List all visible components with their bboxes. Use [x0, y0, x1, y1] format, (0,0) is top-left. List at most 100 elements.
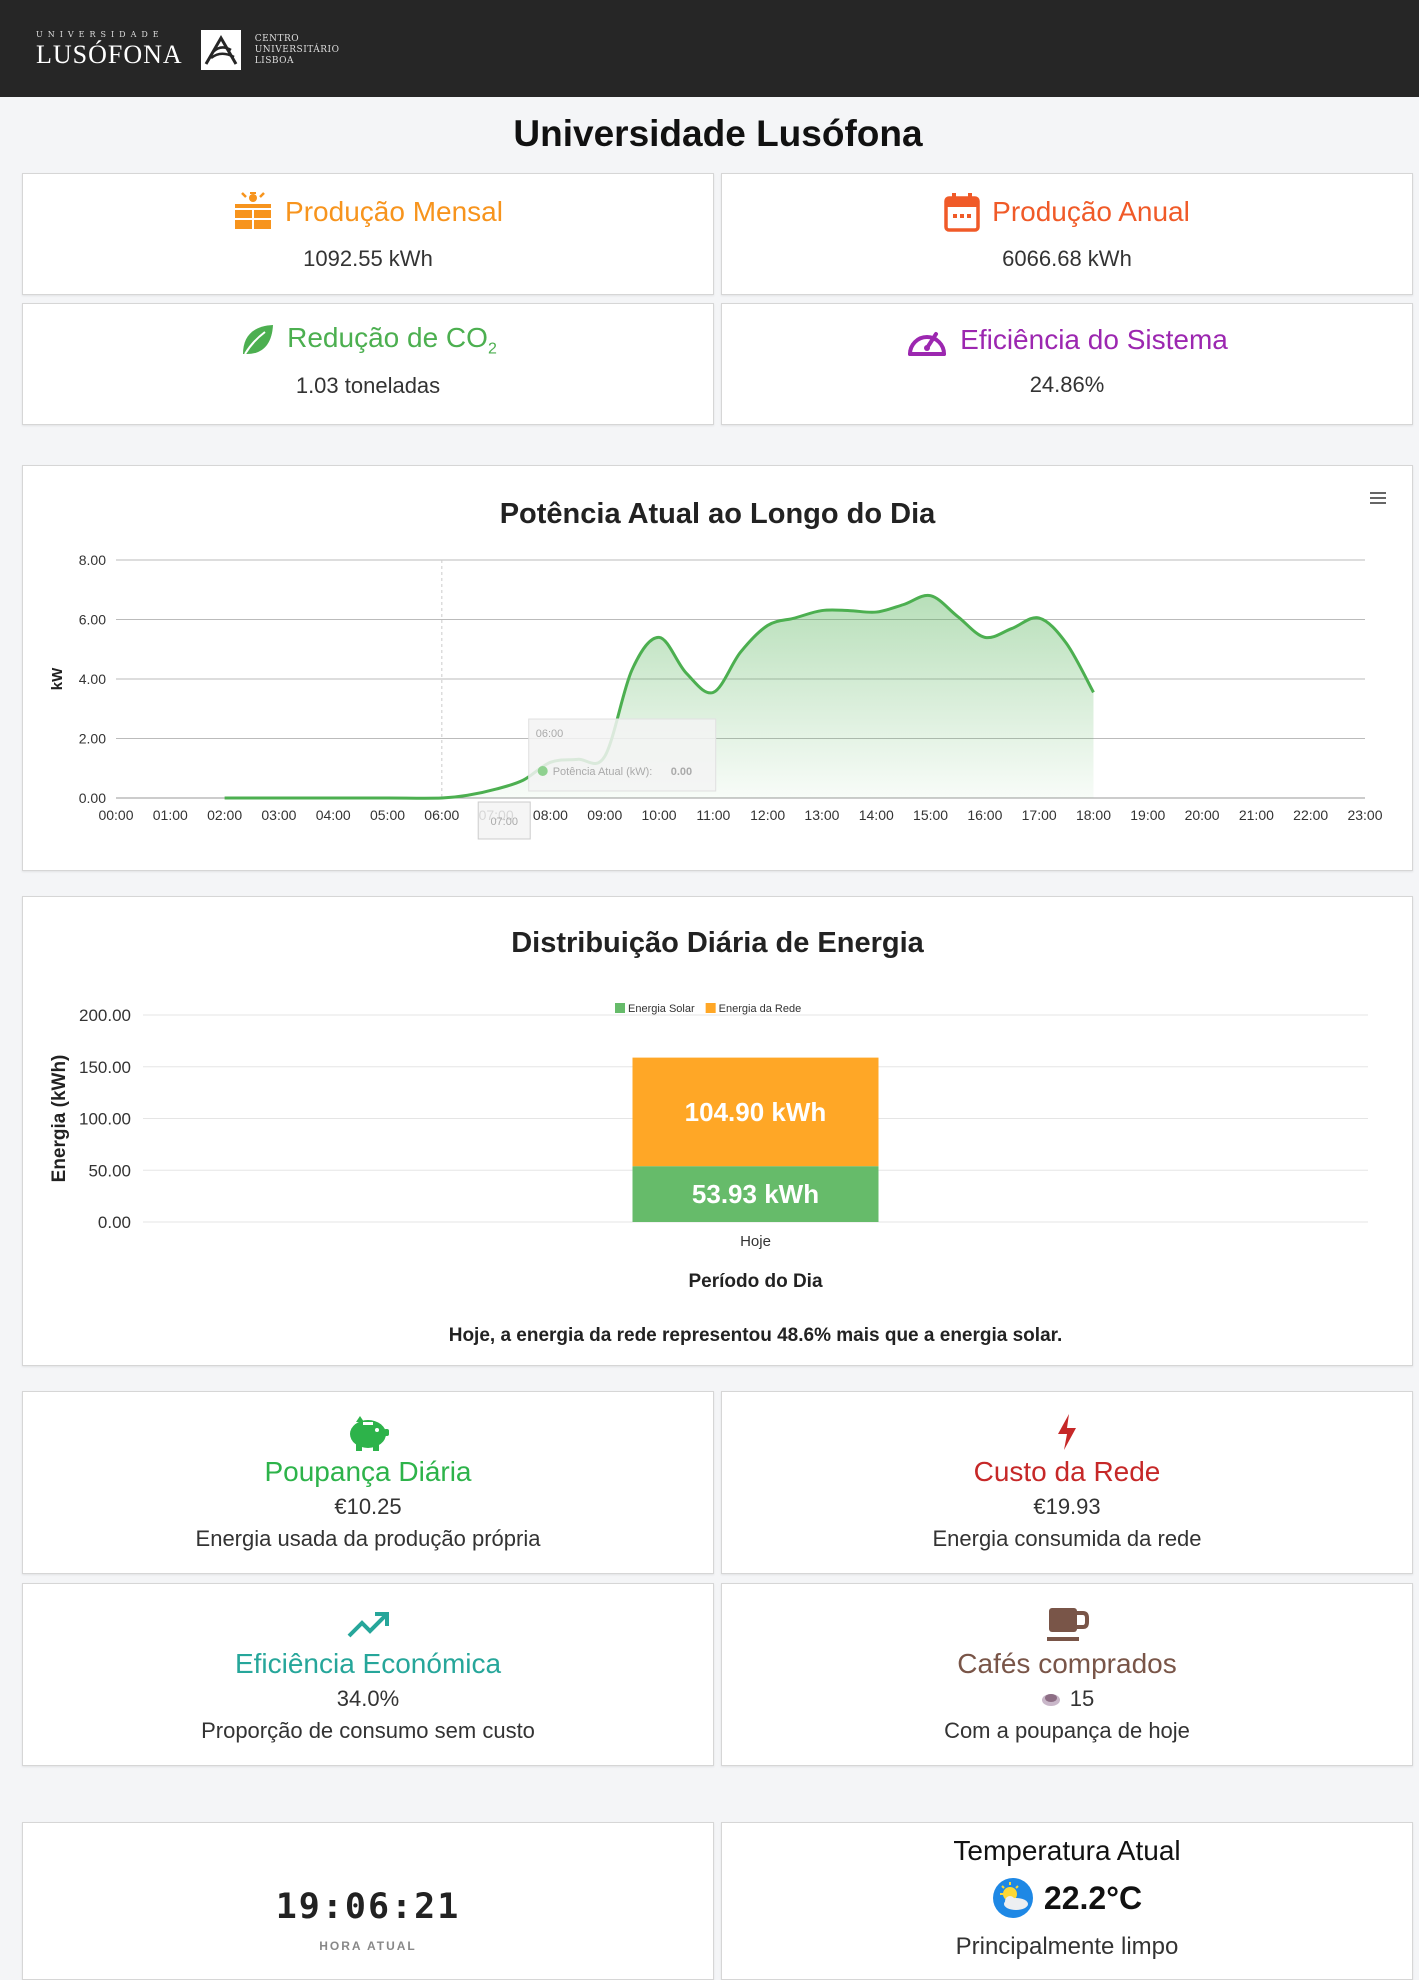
tooltip-marker [537, 766, 548, 776]
econ-card-coffee: Cafés comprados 15 Com a poupança de hoj… [721, 1583, 1413, 1766]
page-title: Universidade Lusófona [513, 113, 923, 154]
x-tick-label: 15:00 [913, 807, 948, 823]
legend-label[interactable]: Energia da Rede [719, 1003, 802, 1015]
tooltip-value: 0.00 [671, 766, 692, 778]
university-logo[interactable]: UNIVERSIDADE LUSÓFONA CENTRO UNIVERSITÁR… [36, 28, 340, 72]
x-tick-label: 20:00 [1185, 807, 1220, 823]
logo-line-3: LISBOA [254, 55, 295, 66]
logo-small-text: UNIVERSIDADE [36, 30, 164, 39]
coffee-count: 15 [1069, 1686, 1095, 1711]
x-tick-label: 16:00 [967, 807, 1002, 823]
x-tick-label: 01:00 [153, 807, 188, 823]
current-time: 19:06:21 [275, 1887, 461, 1927]
y-tick-label: 150.00 [79, 1058, 131, 1077]
top-bar: UNIVERSIDADE LUSÓFONA CENTRO UNIVERSITÁR… [0, 0, 1419, 97]
x-tick-label: 09:00 [587, 807, 622, 823]
coffee-bean-icon [1041, 1694, 1060, 1706]
x-tick-label: 03:00 [261, 807, 296, 823]
stat-value: 6066.68 kWh [1002, 246, 1132, 271]
econ-title: Custo da Rede [973, 1456, 1161, 1487]
logo-line-2: UNIVERSITÁRIO [254, 44, 340, 55]
stat-label: Produção Anual [992, 196, 1190, 227]
econ-title: Eficiência Económica [234, 1648, 502, 1679]
temperature-title: Temperatura Atual [953, 1835, 1181, 1866]
co2-label: Redução de CO [287, 322, 488, 353]
gauge-icon [908, 332, 947, 356]
y-tick-label: 0.00 [79, 790, 106, 806]
y-tick-label: 50.00 [88, 1161, 131, 1180]
x-tick-label: 23:00 [1347, 807, 1382, 823]
x-tick-label: 17:00 [1022, 807, 1057, 823]
power-chart-card: Potência Atual ao Longo do Dia 0.00 2.00 4… [22, 465, 1413, 871]
weather-card: Temperatura Atual 22.2°C Principalmente … [721, 1822, 1413, 1980]
econ-value: €19.93 [1033, 1494, 1101, 1519]
clock-card: 19:06:21 HORA ATUAL [22, 1822, 714, 1980]
x-tick-label: Hoje [740, 1233, 771, 1250]
y-tick-label: 100.00 [79, 1110, 131, 1129]
logo-emblem-icon [200, 30, 241, 70]
stat-value: 1092.55 kWh [303, 246, 433, 271]
econ-title: Poupança Diária [264, 1456, 472, 1487]
econ-subtitle: Proporção de consumo sem custo [201, 1718, 535, 1743]
stat-label: Eficiência do Sistema [960, 324, 1228, 355]
econ-card-efficiency: Eficiência Económica 34.0% Proporção de … [22, 1583, 714, 1766]
econ-card-grid-cost: Custo da Rede €19.93 Energia consumida d… [721, 1391, 1413, 1574]
x-tick-label: 14:00 [859, 807, 894, 823]
legend-swatch[interactable] [615, 1003, 625, 1013]
temperature-value: 22.2°C [1043, 1879, 1143, 1916]
legend-swatch[interactable] [705, 1003, 716, 1013]
econ-card-savings: Poupança Diária €10.25 Energia usada da … [22, 1391, 714, 1574]
tooltip-series: Potência Atual (kW): [553, 766, 653, 778]
tooltip-title: 06:00 [536, 728, 564, 740]
x-tick-label: 02:00 [207, 807, 242, 823]
distribution-note: Hoje, a energia da rede representou 48.6… [449, 1325, 1063, 1346]
stat-value: 24.86% [1029, 372, 1105, 397]
x-tick-label: 05:00 [370, 807, 405, 823]
econ-value: 15 [722, 1686, 1412, 1712]
calendar-icon [944, 193, 980, 232]
x-tick-label: 18:00 [1076, 807, 1111, 823]
x-tick-label: 12:00 [750, 807, 785, 823]
x-tick-label: 06:00 [424, 807, 459, 823]
econ-subtitle: Com a poupança de hoje [944, 1718, 1190, 1743]
logo-subtitle: CENTRO UNIVERSITÁRIO LISBOA [255, 34, 340, 67]
x-tick-label: 13:00 [804, 807, 839, 823]
stat-label: Produção Mensal [285, 196, 503, 227]
power-chart[interactable]: 0.00 2.00 4.00 6.00 8.00 00:00 01:00 02:00 03:00… [23, 466, 1414, 872]
x-tick-label: 22:00 [1293, 807, 1328, 823]
y-tick-label: 0.00 [98, 1213, 131, 1232]
stat-label: Redução de CO2 [287, 322, 497, 359]
stat-card-co2: Redução de CO2 1.03 toneladas [22, 303, 714, 425]
stat-card-annual: Produção Anual 6066.68 kWh [721, 173, 1413, 295]
x-tick-label: 04:00 [316, 807, 351, 823]
econ-title: Cafés comprados [957, 1648, 1177, 1679]
y-tick-label: 4.00 [79, 671, 106, 687]
y-tick-label: 2.00 [79, 731, 106, 747]
econ-value: €10.25 [334, 1494, 402, 1519]
current-time-label: HORA ATUAL [319, 1939, 417, 1953]
coffee-cup-icon [1047, 1608, 1089, 1641]
distribution-chart[interactable]: Energia Solar Energia da Rede 0.00 50.00 100… [23, 897, 1414, 1367]
y-axis-label: kW [49, 667, 66, 690]
stat-card-monthly: Produção Mensal 1092.55 kWh [22, 173, 714, 295]
distribution-chart-card: Distribuição Diária de Energia Energia S… [22, 896, 1413, 1366]
legend-label[interactable]: Energia Solar [628, 1003, 695, 1015]
x-tick-label: 00:00 [98, 807, 133, 823]
stat-value: 1.03 toneladas [295, 372, 441, 398]
logo-big-text: LUSÓFONA [36, 40, 183, 69]
solar-panel-icon [235, 192, 272, 229]
x-tick-label: 19:00 [1130, 807, 1165, 823]
stat-card-efficiency: Eficiência do Sistema 24.86% [721, 303, 1413, 425]
x-tick-label: 08:00 [533, 807, 568, 823]
y-tick-label: 200.00 [79, 1006, 131, 1025]
x-tick-label: 10:00 [642, 807, 677, 823]
x-tick-label: 21:00 [1239, 807, 1274, 823]
lightning-icon [1058, 1414, 1076, 1450]
crosshair-label: 07:00 [490, 816, 518, 828]
bar-value-label: 53.93 kWh [692, 1179, 819, 1209]
x-axis-label: Período do Dia [688, 1271, 823, 1292]
econ-value: 34.0% [336, 1686, 400, 1711]
partly-sunny-icon [992, 1878, 1033, 1918]
logo-line-1: CENTRO [254, 33, 300, 44]
leaf-icon [243, 325, 274, 355]
